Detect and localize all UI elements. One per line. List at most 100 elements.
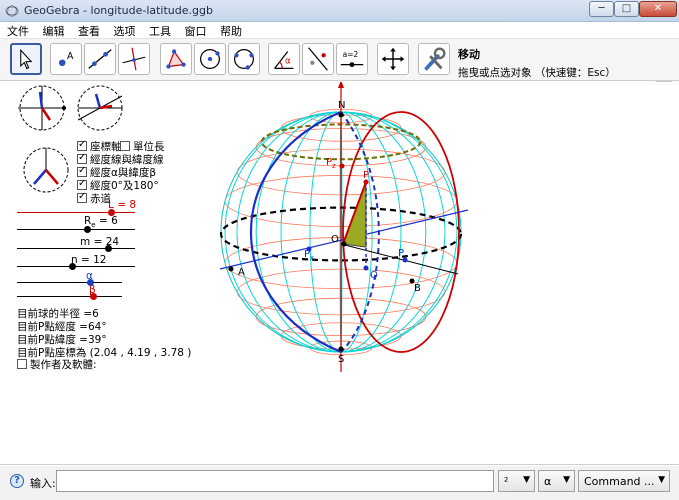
settings-tool-button[interactable] [418,43,450,75]
graphics-view[interactable]: N S O P Pz Q Px Py A B ✓座標軸 單位長 ✓經度線與緯度線… [0,82,679,465]
perpendicular-line-icon [122,47,146,71]
svg-text:A: A [67,51,74,62]
move-arrows-icon [381,47,405,71]
point-o [341,241,347,247]
conic-tool-button[interactable] [228,43,260,75]
slider-re-knob[interactable] [84,226,91,233]
checkbox-axes[interactable]: 座標軸 [77,139,122,153]
checkbox-prime-meridian[interactable]: 經度0°及180° [77,178,159,192]
grid-lines-checkbox-box[interactable] [77,152,87,164]
command-dropdown[interactable]: Command ... ▼ [578,470,670,492]
chevron-down-icon: ▼ [563,475,570,485]
label-py-sub: y [404,253,408,261]
label-b: B [414,283,421,294]
slider-icon: a=2 [340,50,364,68]
menu-edit[interactable]: 编辑 [36,22,68,39]
active-tool-help: 拖曳或点选对象 （快速键：Esc） [458,67,616,79]
label-n: N [338,100,345,111]
alpha-beta-checkbox-box[interactable] [77,165,87,177]
close-button[interactable]: ✕ [639,1,677,17]
slider-re-track[interactable] [17,229,135,230]
point-pz [339,163,345,169]
circle-center-icon [200,49,220,69]
polygon-tool-button[interactable] [160,43,192,75]
label-px-sub: x [310,254,314,262]
angle-tool-button[interactable]: α [268,43,300,75]
slider-beta-track[interactable] [17,296,122,297]
geogebra-app-icon [5,4,19,18]
input-bar: ? 输入: ² ▼ α ▼ Command ... ▼ [0,466,679,500]
equator-checkbox-box[interactable] [77,191,87,203]
slider-tool-label: a=2 [343,50,359,59]
maximize-button[interactable]: □ [614,1,639,17]
label-a: A [238,267,245,278]
slider-beta-knob[interactable] [90,293,97,300]
menu-tools[interactable]: 工具 [142,22,174,39]
prime-meridian-checkbox-box[interactable] [77,178,87,190]
help-icon[interactable]: ? [10,474,24,488]
move-tool-button[interactable] [10,43,42,75]
move-graphics-tool-button[interactable] [377,43,409,75]
slider-tool-button[interactable]: a=2 [336,43,368,75]
greek-dropdown[interactable]: α ▼ [538,470,575,492]
svg-text:α: α [285,56,291,66]
checkbox-alpha-beta[interactable]: 經度α與緯度β [77,165,156,179]
slider-l-track[interactable] [17,212,135,213]
slider-m-label: m = 24 [80,236,120,248]
command-dropdown-value: Command ... [584,475,655,488]
reflect-line-icon [308,47,328,71]
slider-n-label: n = 12 [71,254,107,266]
superscript-dropdown[interactable]: ² ▼ [498,470,535,492]
point-a [228,266,234,272]
menu-options[interactable]: 选项 [107,22,139,39]
chevron-down-icon: ▼ [658,475,665,485]
longitude-alpha-line [249,110,342,354]
checkbox-author[interactable]: 製作者及軟體: [17,357,97,371]
line-tool-button[interactable] [84,43,116,75]
menu-bar: 文件 编辑 查看 选项 工具 窗口 帮助 [0,22,679,39]
chevron-down-icon: ▼ [523,475,530,485]
unit-length-checkbox-box[interactable] [120,141,130,151]
cursor-arrow-icon [20,48,33,70]
slider-alpha-track[interactable] [17,282,122,283]
tool-info: 移动 拖曳或点选对象 （快速键：Esc） [458,46,616,80]
author-checkbox-box[interactable] [17,359,27,369]
label-p: P [363,170,369,181]
reflect-tool-button[interactable] [302,43,334,75]
superscript-dropdown-value: ² [504,475,509,488]
command-input[interactable] [56,470,494,492]
label-pz-sub: z [332,162,336,170]
menu-window[interactable]: 窗口 [178,22,210,39]
menu-file[interactable]: 文件 [0,22,32,39]
minimize-button[interactable]: ─ [589,1,614,17]
polygon-icon [166,49,186,69]
slider-m-track[interactable] [17,248,135,249]
checkbox-unit-length[interactable]: 單位長 [120,139,165,153]
globe-grid-lines: NSOPPzQPx PyAB [219,82,469,372]
point-tool-button[interactable]: A [50,43,82,75]
line-through-points-icon [88,49,112,69]
angle-icon: α [274,51,294,69]
point-icon: A [58,51,74,67]
slider-n-track[interactable] [17,266,135,267]
label-q: Q [370,270,378,281]
input-label: 输入: [30,477,56,490]
greek-dropdown-value: α [544,475,552,488]
active-tool-name: 移动 [458,48,480,61]
perpendicular-tool-button[interactable] [118,43,150,75]
point-s [338,346,344,352]
circle-tool-button[interactable] [194,43,226,75]
checkbox-equator[interactable]: 赤道 [77,191,111,205]
menu-help[interactable]: 帮助 [213,22,245,39]
z-axis-arrow [338,82,344,88]
wrench-screwdriver-icon [424,47,446,71]
control-panel: 座標軸 單位長 經度線與緯度線 經度α與緯度β 經度0°及180° 赤道 L =… [0,82,195,465]
axes-checkbox-box[interactable] [77,139,87,151]
slider-m-knob[interactable] [105,245,112,252]
point-n [338,112,344,118]
checkbox-grid-lines[interactable]: 經度線與緯度線 [77,152,164,166]
menu-view[interactable]: 查看 [71,22,103,39]
label-o: O [331,234,339,245]
slider-n-knob[interactable] [69,263,76,270]
label-s: S [338,354,344,365]
